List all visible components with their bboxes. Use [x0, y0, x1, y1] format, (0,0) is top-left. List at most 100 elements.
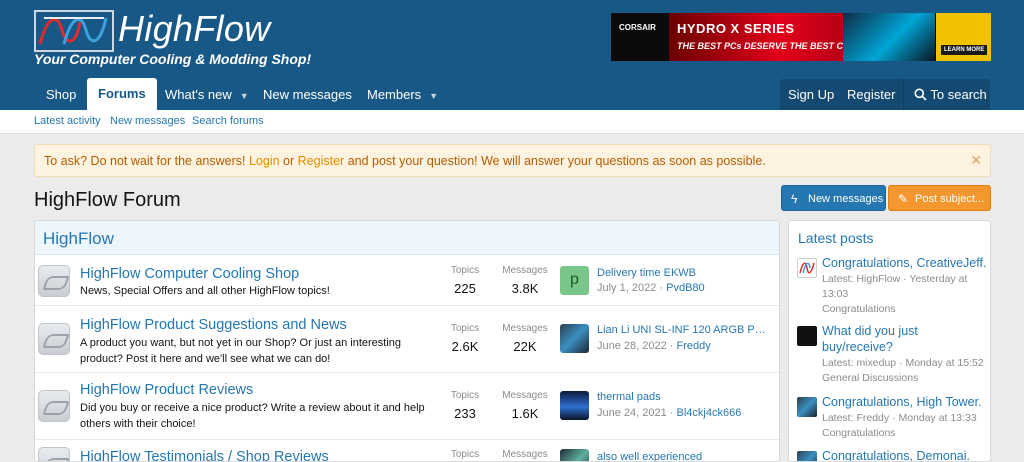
- nav-shop-label[interactable]: Shop: [46, 87, 76, 102]
- topics-count: 225: [454, 281, 476, 296]
- search-nav-button[interactable]: To search: [914, 79, 987, 110]
- banner-learn-more[interactable]: LEARN MORE: [936, 13, 991, 61]
- nav-whats-new[interactable]: What's new ▼: [154, 80, 260, 110]
- last-post-title[interactable]: also well experienced: [597, 451, 777, 461]
- latest-post-forum[interactable]: General Discussions: [822, 371, 987, 386]
- latest-post-title[interactable]: Congratulations, Demonai.: [822, 448, 987, 461]
- topics-label: Topics: [450, 390, 480, 401]
- post-subject-button-label[interactable]: Post subject...: [915, 186, 984, 212]
- topics-label: Topics: [450, 449, 480, 460]
- messages-count: 22K: [513, 339, 537, 354]
- avatar[interactable]: [797, 258, 817, 278]
- brand-title[interactable]: HighFlow: [118, 8, 270, 50]
- latest-post-meta: Latest: HighFlow · Yesterday at 13:03: [822, 273, 968, 300]
- category-title[interactable]: HighFlow: [43, 229, 114, 249]
- banner-brand: CORSAIR: [619, 23, 656, 32]
- latest-post-title[interactable]: Congratulations, CreativeJeff.: [822, 255, 987, 271]
- forum-description: Did you buy or receive a nice product? W…: [80, 402, 425, 430]
- topics-stat: Topics 233: [435, 390, 495, 421]
- nav-forums[interactable]: Forums: [87, 78, 157, 110]
- latest-post-forum[interactable]: Congratulations: [822, 302, 987, 317]
- forum-description: A product you want, but not yet in our S…: [80, 337, 402, 365]
- nav-new-messages-label[interactable]: New messages: [263, 87, 352, 102]
- search-nav-label[interactable]: To search: [930, 87, 986, 102]
- edit-icon: ✎: [898, 192, 909, 206]
- avatar[interactable]: [797, 326, 817, 346]
- search-icon[interactable]: [914, 88, 927, 101]
- avatar[interactable]: [797, 397, 817, 417]
- new-messages-button-label[interactable]: New messages: [808, 186, 883, 212]
- forum-title[interactable]: HighFlow Computer Cooling Shop: [80, 266, 299, 282]
- forum-title[interactable]: HighFlow Testimonials / Shop Reviews: [80, 449, 329, 461]
- latest-post-title[interactable]: Congratulations, High Tower.: [822, 394, 987, 410]
- new-messages-button[interactable]: ϟ New messages: [781, 185, 886, 211]
- register-link[interactable]: Register: [847, 79, 895, 110]
- brand-tagline: Your Computer Cooling & Modding Shop!: [34, 51, 312, 67]
- chevron-down-icon[interactable]: ▼: [240, 81, 249, 111]
- banner-cta[interactable]: LEARN MORE: [941, 45, 988, 55]
- close-icon[interactable]: ✕: [970, 152, 982, 169]
- last-post-title[interactable]: Delivery time EKWB: [597, 267, 777, 279]
- last-post-date[interactable]: June 28, 2022: [597, 340, 667, 352]
- nav-forums-label[interactable]: Forums: [98, 86, 146, 101]
- last-post-user[interactable]: PvdB80: [666, 282, 705, 294]
- latest-post-meta: Latest: mixedup · Monday at 15:52: [822, 357, 984, 369]
- nav-members[interactable]: Members ▼: [356, 80, 449, 110]
- latest-post-meta: Latest: Freddy · Monday at 13:33: [822, 412, 977, 424]
- highflow-logo-icon[interactable]: [34, 10, 114, 52]
- latest-post-forum[interactable]: Congratulations: [822, 426, 987, 441]
- notice-part1: To ask? Do not wait for the answers!: [44, 154, 246, 168]
- avatar[interactable]: [560, 391, 589, 420]
- last-post-title[interactable]: thermal pads: [597, 391, 777, 403]
- nav-members-label[interactable]: Members: [367, 87, 421, 102]
- messages-stat: Messages: [495, 449, 555, 460]
- avatar[interactable]: [797, 451, 817, 461]
- latest-posts-widget: Latest posts Congratulations, CreativeJe…: [788, 220, 991, 462]
- forum-node: HighFlow Product Suggestions and News A …: [35, 307, 779, 373]
- last-post-meta: July 1, 2022 · PvdB80: [597, 282, 705, 294]
- avatar[interactable]: [560, 449, 589, 461]
- corsair-ad-banner[interactable]: CORSAIR HYDRO X SERIES THE BEST PCs DESE…: [611, 13, 991, 61]
- main-nav: Shop Forums What's new ▼ New messages Mem…: [0, 78, 1024, 110]
- latest-post-title[interactable]: What did you just buy/receive?: [822, 323, 987, 355]
- subnav-new-messages[interactable]: New messages: [110, 115, 185, 127]
- topics-stat: Topics 225: [435, 265, 495, 296]
- last-post-user[interactable]: Bl4ckj4ck666: [677, 407, 742, 419]
- avatar[interactable]: [560, 324, 589, 353]
- nav-shop[interactable]: Shop: [35, 80, 87, 110]
- forum-icon: [38, 265, 70, 297]
- sign-up-link[interactable]: Sign Up: [788, 79, 834, 110]
- subnav-search-forums[interactable]: Search forums: [192, 115, 264, 127]
- latest-post-item: Congratulations, CreativeJeff. Latest: H…: [797, 255, 989, 315]
- messages-label: Messages: [502, 449, 548, 460]
- highflow-logo-icon: [799, 262, 815, 274]
- nav-whats-new-label[interactable]: What's new: [165, 87, 232, 102]
- last-post-user[interactable]: Freddy: [677, 340, 711, 352]
- topics-count: 2.6K: [451, 339, 479, 354]
- last-post-date[interactable]: July 1, 2022: [597, 282, 656, 294]
- forum-icon: [38, 323, 70, 355]
- nav-new-messages[interactable]: New messages: [252, 80, 363, 110]
- avatar[interactable]: p: [560, 266, 589, 295]
- forum-node: HighFlow Product Reviews Did you buy or …: [35, 374, 779, 440]
- topics-label: Topics: [450, 323, 480, 334]
- latest-post-item: What did you just buy/receive? Latest: m…: [797, 323, 989, 385]
- latest-posts-title[interactable]: Latest posts: [798, 230, 874, 246]
- post-subject-button[interactable]: ✎ Post subject...: [888, 185, 991, 211]
- last-post-date[interactable]: June 24, 2021: [597, 407, 667, 419]
- page-body: To ask? Do not wait for the answers! Log…: [0, 134, 1024, 462]
- forum-node: HighFlow Testimonials / Shop Reviews Top…: [35, 441, 779, 461]
- page-title: HighFlow Forum: [34, 189, 181, 211]
- topics-count: 233: [454, 406, 476, 421]
- last-post-title[interactable]: Lian Li UNI SL-INF 120 ARGB PWM ...: [597, 324, 772, 336]
- forum-title[interactable]: HighFlow Product Reviews: [80, 382, 253, 398]
- nav-divider: [903, 79, 904, 110]
- topics-stat: Topics: [435, 449, 495, 460]
- notice-login-link[interactable]: Login: [249, 154, 280, 168]
- subnav-latest-activity[interactable]: Latest activity: [34, 115, 101, 127]
- notice-register-link[interactable]: Register: [298, 154, 345, 168]
- forum-title[interactable]: HighFlow Product Suggestions and News: [80, 317, 347, 333]
- chevron-down-icon[interactable]: ▼: [429, 81, 438, 111]
- forum-node: HighFlow Computer Cooling Shop News, Spe…: [35, 256, 779, 306]
- latest-post-item: Congratulations, High Tower. Latest: Fre…: [797, 394, 989, 442]
